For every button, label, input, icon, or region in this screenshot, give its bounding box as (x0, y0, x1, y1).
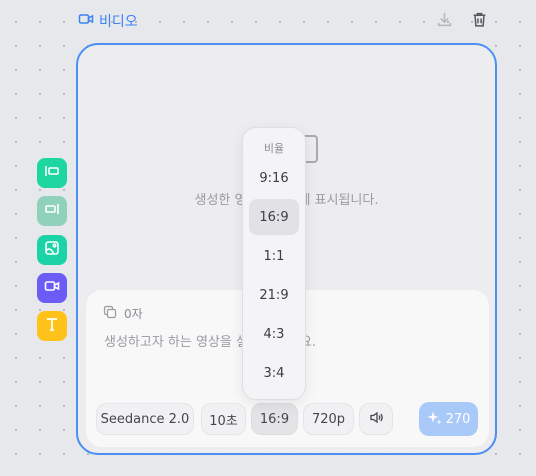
character-counter: 0자 (103, 305, 143, 322)
character-count-label: 0자 (124, 307, 143, 321)
ratio-dropdown-title: 비율 (263, 142, 285, 155)
video-icon (78, 11, 94, 31)
text-node-tool[interactable] (37, 158, 67, 188)
video-title-label: 비디오 (99, 14, 138, 30)
panel-right-icon (43, 200, 61, 222)
image-node-tool[interactable] (37, 235, 67, 265)
credit-cost: 270 (445, 411, 471, 427)
panel-node-tool[interactable] (37, 196, 67, 226)
sparkle-icon (427, 410, 442, 429)
text-t-icon (43, 315, 61, 337)
download-icon (436, 11, 453, 32)
ratio-option[interactable]: 1:1 (249, 238, 299, 274)
ratio-option-selected[interactable]: 16:9 (249, 199, 299, 235)
text-align-icon (43, 162, 61, 184)
video-icon (43, 277, 61, 299)
ratio-option[interactable]: 9:16 (249, 160, 299, 196)
download-button[interactable] (434, 11, 454, 31)
copy-icon (103, 305, 117, 322)
model-select[interactable]: Seedance 2.0 (96, 403, 194, 435)
speaker-icon (369, 410, 384, 429)
video-node-title: 비디오 (78, 11, 138, 31)
video-node-tool[interactable] (37, 273, 67, 303)
ratio-select[interactable]: 16:9 (251, 403, 298, 435)
image-icon (43, 239, 61, 261)
text-tool[interactable] (37, 311, 67, 341)
resolution-select[interactable]: 720p (303, 403, 354, 435)
generate-button[interactable]: 270 (419, 402, 478, 436)
duration-select[interactable]: 10초 (201, 403, 246, 435)
delete-button[interactable] (469, 11, 489, 31)
ratio-option[interactable]: 21:9 (249, 277, 299, 313)
trash-icon (471, 11, 488, 32)
ratio-option[interactable]: 3:4 (249, 355, 299, 391)
ratio-dropdown: 비율 9:16 16:9 1:1 21:9 4:3 3:4 (242, 127, 306, 400)
ratio-option[interactable]: 4:3 (249, 316, 299, 352)
audio-toggle[interactable] (359, 403, 393, 435)
